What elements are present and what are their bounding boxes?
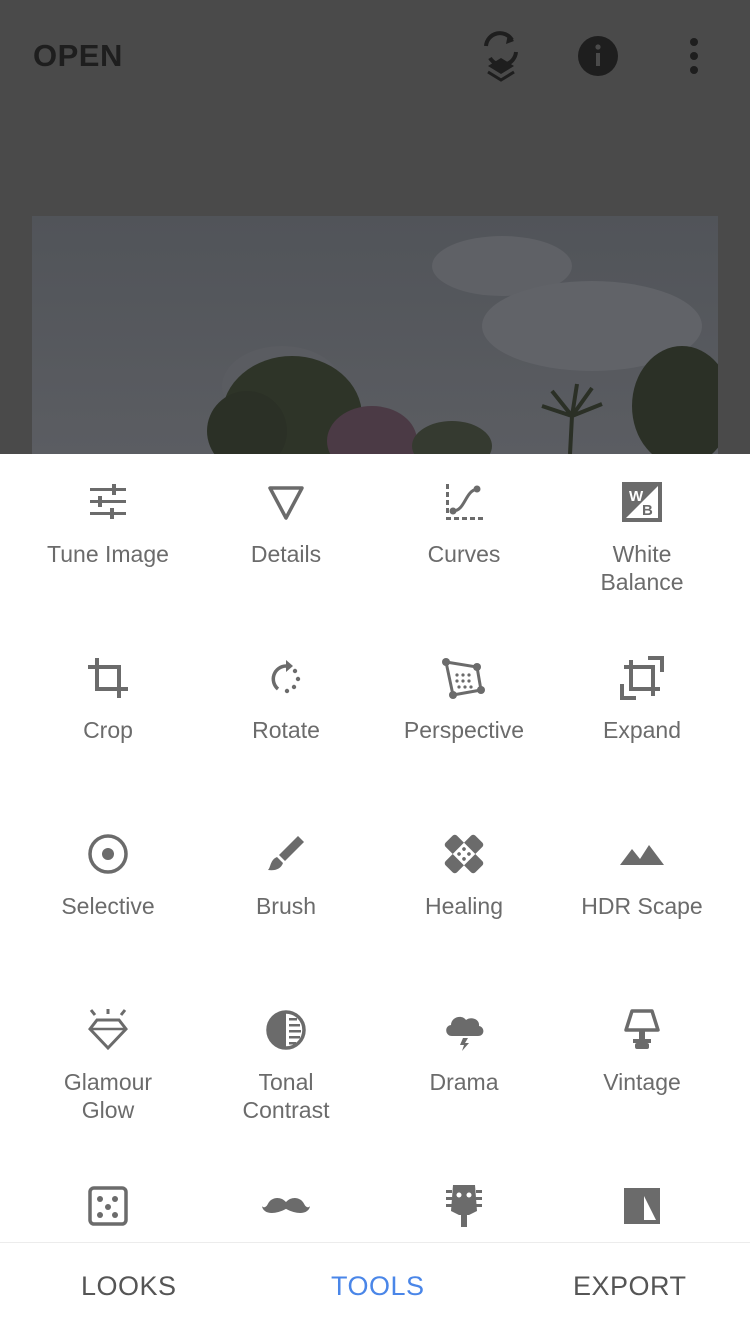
tool-perspective[interactable]: Perspective: [375, 630, 553, 744]
tonal-contrast-icon: [262, 1006, 310, 1054]
tool-rotate[interactable]: Rotate: [197, 630, 375, 744]
triangle-details-icon: [262, 478, 310, 526]
tool-label: Selective: [61, 893, 155, 919]
tool-label: Drama: [429, 1069, 499, 1095]
tool-label: Tonal Contrast: [242, 1069, 330, 1123]
lamp-icon: [618, 1006, 666, 1054]
tool-glamour-glow[interactable]: Glamour Glow: [19, 982, 197, 1124]
perspective-icon: [440, 654, 488, 702]
tool-drama[interactable]: Drama: [375, 982, 553, 1096]
split-square-icon: [618, 1182, 666, 1230]
tools-panel: Tune Image Details Curves W B White Bala…: [0, 454, 750, 1242]
brush-icon: [262, 830, 310, 878]
tune-sliders-icon: [84, 478, 132, 526]
tool-grunge[interactable]: [375, 1158, 553, 1242]
guitar-head-icon: [440, 1182, 488, 1230]
healing-bandage-icon: [440, 830, 488, 878]
tool-label: Tune Image: [47, 541, 169, 567]
tool-label: Perspective: [403, 717, 525, 743]
tool-label: Expand: [602, 717, 681, 743]
tab-tools[interactable]: TOOLS: [331, 1271, 425, 1302]
tool-expand[interactable]: Expand: [553, 630, 731, 744]
tab-looks[interactable]: LOOKS: [81, 1271, 177, 1302]
tool-grainy-film[interactable]: [19, 1158, 197, 1242]
tool-label: Glamour Glow: [63, 1069, 153, 1123]
diamond-glow-icon: [84, 1006, 132, 1054]
tool-label: Healing: [425, 893, 503, 919]
grainy-dice-icon: [84, 1182, 132, 1230]
tool-vintage[interactable]: Vintage: [553, 982, 731, 1096]
info-icon[interactable]: [573, 30, 623, 82]
tool-curves[interactable]: Curves: [375, 454, 553, 568]
tool-label: Rotate: [252, 717, 320, 743]
tool-double-exposure[interactable]: [553, 1158, 731, 1242]
more-vert-icon[interactable]: [669, 30, 719, 82]
mustache-icon: [262, 1182, 310, 1230]
tool-label: White Balance: [600, 541, 684, 595]
tool-details[interactable]: Details: [197, 454, 375, 568]
tool-label: HDR Scape: [581, 893, 703, 919]
layers-undo-icon[interactable]: [476, 30, 526, 82]
photo-preview: [32, 216, 718, 454]
bottom-navigation: LOOKS TOOLS EXPORT: [0, 1242, 750, 1334]
tool-label: Details: [250, 541, 322, 567]
tool-crop[interactable]: Crop: [19, 630, 197, 744]
expand-icon: [618, 654, 666, 702]
top-app-bar: OPEN: [0, 0, 750, 115]
tool-brush[interactable]: Brush: [197, 806, 375, 920]
mountains-icon: [618, 830, 666, 878]
tool-label: Curves: [427, 541, 501, 567]
storm-cloud-icon: [440, 1006, 488, 1054]
tab-export[interactable]: EXPORT: [573, 1271, 687, 1302]
open-button[interactable]: OPEN: [33, 38, 123, 74]
tool-label: Brush: [255, 893, 317, 919]
white-balance-icon: W B: [618, 478, 666, 526]
tool-healing[interactable]: Healing: [375, 806, 553, 920]
svg-text:B: B: [642, 502, 653, 519]
tool-label: Crop: [83, 717, 133, 743]
rotate-icon: [262, 654, 310, 702]
tool-tonal-contrast[interactable]: Tonal Contrast: [197, 982, 375, 1124]
tool-label: Vintage: [603, 1069, 681, 1095]
selective-target-icon: [84, 830, 132, 878]
tool-retrolux[interactable]: [197, 1158, 375, 1242]
curves-icon: [440, 478, 488, 526]
crop-icon: [84, 654, 132, 702]
tool-selective[interactable]: Selective: [19, 806, 197, 920]
tool-hdr-scape[interactable]: HDR Scape: [553, 806, 731, 920]
tool-white-balance[interactable]: W B White Balance: [553, 454, 731, 596]
tool-tune-image[interactable]: Tune Image: [19, 454, 197, 568]
